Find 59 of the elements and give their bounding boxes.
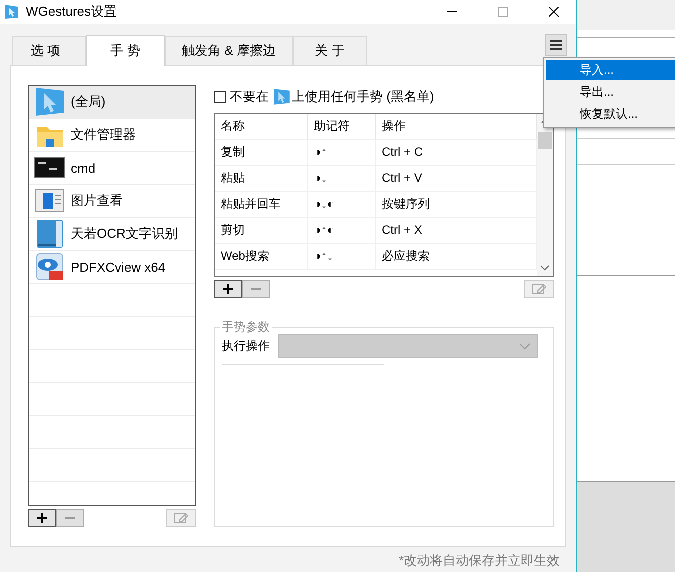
tab[interactable]: 手 势 (86, 35, 165, 66)
edit-button[interactable] (524, 280, 554, 298)
menu-item[interactable]: 导出... (546, 82, 675, 102)
menu-icon (550, 39, 562, 51)
app-list-item[interactable]: cmd (29, 152, 195, 185)
table-cell: Web搜索 (215, 244, 308, 269)
tab[interactable]: 选 项 (12, 36, 86, 65)
app-name: (全局) (71, 93, 106, 111)
app-list-item[interactable]: PDFXCview x64 (29, 251, 195, 284)
app-list-item[interactable]: 文件管理器 (29, 119, 195, 152)
table-cell: ◑↑↓ (308, 244, 376, 269)
footer-note: *改动将自动保存并立即生效 (398, 553, 560, 568)
tab[interactable]: 触发角 & 摩擦边 (165, 36, 293, 65)
scroll-thumb[interactable] (538, 132, 552, 149)
maximize-icon (498, 7, 508, 17)
app-list-item[interactable]: (全局) (29, 86, 195, 119)
menu-button[interactable] (545, 34, 567, 56)
app-logo-icon (4, 4, 20, 20)
table-cell: ◑↑ (308, 140, 376, 165)
add-button[interactable] (28, 509, 56, 527)
checkbox[interactable] (214, 90, 226, 102)
app-name: PDFXCview x64 (71, 260, 166, 274)
chevron-down-icon (519, 342, 531, 350)
app-list-item[interactable]: 图片查看 (29, 185, 195, 218)
checkbox-label: 不要在 (230, 88, 269, 106)
edit-icon (531, 282, 547, 296)
edit-icon (173, 511, 189, 525)
table-cell: ◑↓◐ (308, 192, 376, 217)
app-name: cmd (71, 160, 96, 176)
edit-button[interactable] (166, 509, 196, 527)
close-icon (548, 7, 558, 17)
table-cell: ◑↑◐ (308, 218, 376, 243)
field-label: 执行操作 (222, 338, 270, 354)
add-button[interactable] (214, 280, 242, 298)
book-icon (34, 218, 66, 250)
pdf-viewer-icon (34, 251, 66, 283)
menu-item[interactable]: 恢复默认... (546, 104, 675, 124)
window-title: WGestures设置 (26, 3, 118, 21)
plus-icon (222, 283, 234, 295)
app-name: 文件管理器 (71, 126, 136, 144)
table-cell: ◑↓ (308, 166, 376, 191)
table-cell: 粘贴 (215, 166, 308, 191)
column-header[interactable]: 助记符 (308, 114, 376, 139)
menu-item[interactable]: 导入... (546, 60, 675, 80)
scroll-down-icon (538, 264, 552, 272)
table-cell: 粘贴并回车 (215, 192, 308, 217)
table-cell: 复制 (215, 140, 308, 165)
column-header[interactable]: 名称 (215, 114, 308, 139)
plus-icon (36, 512, 48, 524)
group-title: 手势参数 (221, 319, 271, 336)
cursor-icon (34, 86, 66, 118)
scrollbar[interactable] (537, 114, 553, 276)
checkbox-label: 上使用任何手势 (黑名单) (292, 88, 434, 106)
app-name: 天若OCR文字识别 (71, 225, 178, 243)
tab[interactable]: 关 于 (293, 36, 367, 65)
app-name: 图片查看 (71, 192, 123, 210)
app-list-item[interactable]: 天若OCR文字识别 (29, 218, 195, 251)
app-target-icon (273, 88, 291, 106)
table-cell: 剪切 (215, 218, 308, 243)
